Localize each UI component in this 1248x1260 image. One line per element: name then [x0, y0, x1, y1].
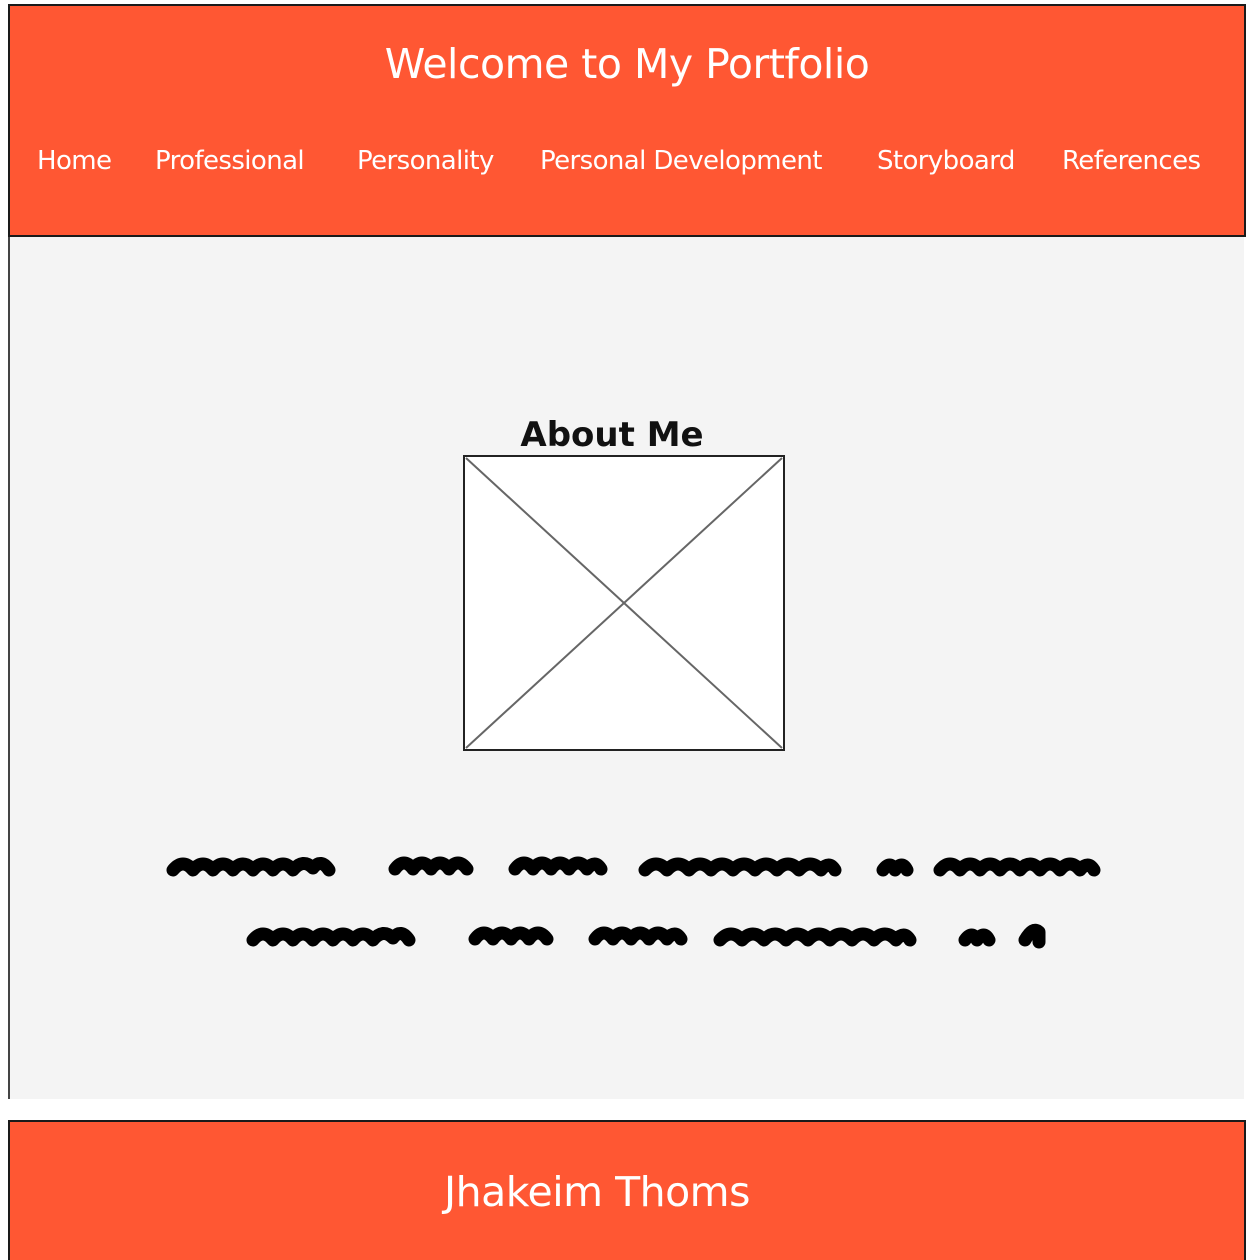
site-header: Welcome to My Portfolio Home Professiona…: [8, 4, 1246, 237]
main-content: About Me: [8, 237, 1244, 1099]
portfolio-wireframe: Welcome to My Portfolio Home Professiona…: [0, 0, 1248, 1260]
nav-item-references[interactable]: References: [1062, 146, 1201, 176]
scribble-text-placeholder: [165, 837, 1155, 961]
nav-item-personality[interactable]: Personality: [357, 146, 494, 176]
about-me-heading: About Me: [520, 415, 704, 456]
nav-item-professional[interactable]: Professional: [155, 146, 305, 176]
nav-item-personal-development[interactable]: Personal Development: [540, 146, 822, 176]
image-placeholder-icon: [463, 455, 785, 751]
section-divider: [8, 1099, 1246, 1121]
site-title: Welcome to My Portfolio: [384, 40, 870, 88]
nav-item-home[interactable]: Home: [37, 146, 112, 176]
footer-author-name: Jhakeim Thoms: [444, 1168, 751, 1216]
main-nav: Home Professional Personality Personal D…: [10, 146, 1244, 182]
nav-item-storyboard[interactable]: Storyboard: [877, 146, 1015, 176]
site-footer: Jhakeim Thoms: [8, 1120, 1246, 1260]
